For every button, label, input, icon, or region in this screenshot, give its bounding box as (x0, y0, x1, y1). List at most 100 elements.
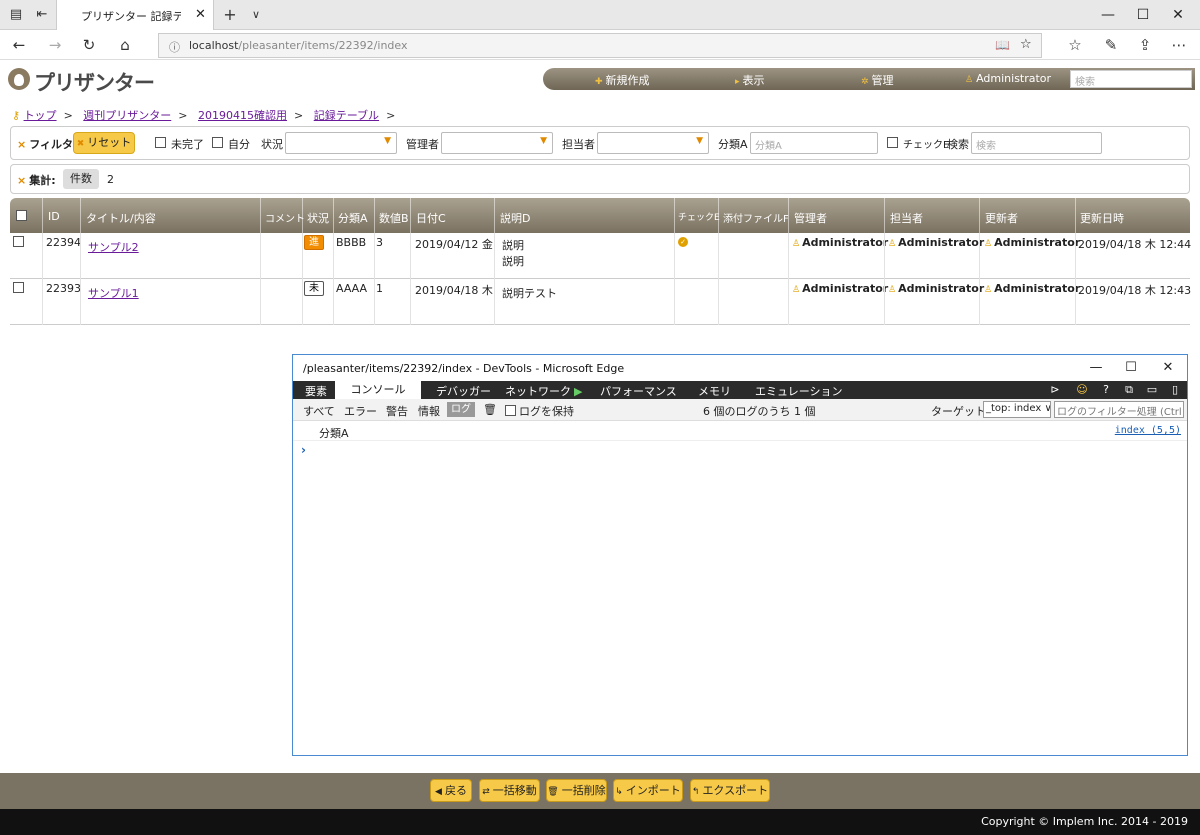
bulk-delete-button[interactable]: 🗑 一括削除 (546, 779, 607, 802)
row-title-link[interactable]: サンプル1 (88, 285, 139, 301)
tab-dropdown-icon[interactable]: ∨ (248, 7, 264, 23)
filter-log[interactable]: ログ (447, 402, 475, 417)
status-select[interactable]: ▼ (285, 132, 397, 154)
dock-icon[interactable]: ⧉ (1122, 383, 1136, 397)
tab-elements[interactable]: 要素 (305, 383, 327, 399)
address-bar[interactable]: ⓘ localhost/pleasanter/items/22392/index… (158, 33, 1042, 58)
header-check-e[interactable]: チェックE (678, 210, 720, 223)
header-num-b[interactable]: 数値B (379, 210, 409, 226)
menu-user[interactable]: ♙ Administrator (965, 72, 1051, 85)
favorite-star-icon[interactable]: ☆ (1020, 37, 1032, 52)
bulk-move-button[interactable]: ⇄ 一括移動 (479, 779, 540, 802)
header-updater[interactable]: 更新者 (985, 210, 1018, 226)
top-search-input[interactable]: 検索 (1070, 70, 1192, 88)
row-manager: ♙ Administrator (792, 236, 889, 249)
feedback-smile-icon[interactable]: ☺ (1075, 383, 1089, 397)
favorites-icon[interactable]: ☆ (1066, 36, 1084, 54)
menu-manage[interactable]: ✲ 管理 (861, 72, 894, 88)
dock-right-icon[interactable]: ▯ (1168, 383, 1182, 397)
select-all-checkbox[interactable] (16, 210, 27, 221)
header-manager[interactable]: 管理者 (794, 210, 827, 226)
menu-view[interactable]: ▸ 表示 (735, 72, 765, 88)
close-window-icon[interactable]: ✕ (1168, 5, 1188, 25)
tab-console[interactable]: コンソール (335, 381, 421, 399)
refresh-icon[interactable]: ↻ (80, 36, 98, 54)
collapse-icon[interactable]: × (17, 174, 26, 187)
table-row[interactable]: 22394 サンプル2 進 BBBB 3 2019/04/12 金 説明 説明 ✓… (10, 233, 1191, 279)
breadcrumb-table[interactable]: 記録テーブル (314, 109, 379, 122)
tab-emulation[interactable]: エミュレーション (755, 383, 843, 399)
filter-info[interactable]: 情報 (418, 403, 440, 419)
new-tab-icon[interactable]: + (222, 7, 238, 23)
breadcrumb-site[interactable]: 20190415確認用 (198, 109, 287, 122)
app-logo[interactable]: プリザンター (34, 67, 155, 97)
incomplete-checkbox[interactable] (155, 137, 166, 148)
home-icon[interactable]: ⌂ (116, 36, 134, 54)
help-icon[interactable]: ? (1099, 383, 1113, 397)
header-title[interactable]: タイトル/内容 (86, 210, 156, 226)
row-title-link[interactable]: サンプル2 (88, 239, 139, 255)
devtools-minimize-icon[interactable]: — (1087, 359, 1105, 377)
forward-icon[interactable]: → (46, 36, 64, 54)
set-aside-tabs-icon[interactable]: ⇤ (34, 7, 50, 23)
share-icon[interactable]: ⇪ (1136, 36, 1154, 54)
target-select[interactable]: _top: index ∨ (983, 401, 1051, 418)
owner-select[interactable]: ▼ (597, 132, 709, 154)
more-icon[interactable]: ⋯ (1170, 36, 1188, 54)
tab-performance[interactable]: パフォーマンス (600, 383, 677, 399)
breadcrumb-weekly[interactable]: 週刊プリザンター (83, 109, 171, 122)
tab-close-icon[interactable]: ✕ (195, 7, 206, 22)
keep-log-checkbox[interactable] (505, 405, 516, 416)
import-button[interactable]: ↳ インポート (613, 779, 683, 802)
collapse-icon[interactable]: × (17, 138, 26, 151)
header-id[interactable]: ID (48, 210, 60, 223)
header-status[interactable]: 状況 (307, 210, 329, 226)
info-icon[interactable]: ⓘ (169, 39, 180, 55)
back-icon[interactable]: ← (10, 36, 28, 54)
filter-all[interactable]: すべて (303, 403, 335, 419)
filter-error[interactable]: エラー (344, 403, 377, 419)
menu-new[interactable]: ✚ 新規作成 (595, 72, 650, 88)
reset-button[interactable]: ✖ リセット (73, 132, 135, 154)
log-source-link[interactable]: index (5,5) (1115, 425, 1181, 436)
minimize-icon[interactable]: — (1098, 5, 1118, 25)
tab-memory[interactable]: メモリ (698, 383, 731, 399)
logo-icon[interactable] (8, 68, 30, 90)
breadcrumb-top[interactable]: トップ (24, 109, 57, 122)
pen-icon[interactable]: ✎ (1102, 36, 1120, 54)
header-desc-d[interactable]: 説明D (500, 210, 530, 226)
reading-view-icon[interactable]: 📖 (995, 38, 1010, 52)
browser-tab-active[interactable]: プリザンター 記録テーブル ‹ ✕ (56, 0, 214, 30)
header-comment[interactable]: コメント (265, 210, 305, 225)
dock-bottom-icon[interactable]: ▭ (1145, 383, 1159, 397)
header-class-a[interactable]: 分類A (338, 210, 368, 226)
header-owner[interactable]: 担当者 (890, 210, 923, 226)
console-icon[interactable]: ⊳ (1048, 383, 1062, 397)
tab-network[interactable]: ネットワーク ▶ (505, 383, 582, 399)
tab-list-icon[interactable]: ▤ (8, 7, 24, 23)
export-button[interactable]: ↰ エクスポート (690, 779, 770, 802)
count-value: 2 (107, 173, 114, 186)
table-row[interactable]: 22393 サンプル1 未 AAAA 1 2019/04/18 木 説明テスト … (10, 279, 1191, 325)
row-desc-d: 説明テスト (502, 287, 557, 300)
header-attach-f[interactable]: 添付ファイルF (723, 210, 789, 225)
export-icon: ↰ (691, 787, 700, 797)
row-checkbox[interactable] (13, 236, 24, 247)
self-checkbox[interactable] (212, 137, 223, 148)
devtools-maximize-icon[interactable]: ☐ (1122, 359, 1140, 377)
check-e-checkbox[interactable] (887, 137, 898, 148)
header-date-c[interactable]: 日付C (416, 210, 446, 226)
header-updated[interactable]: 更新日時 (1080, 210, 1124, 226)
log-filter-input[interactable]: ログのフィルター処理 (Ctrl + (1054, 401, 1184, 418)
devtools-close-icon[interactable]: ✕ (1159, 359, 1177, 377)
filter-warning[interactable]: 警告 (386, 403, 408, 419)
clear-trash-icon[interactable]: 🗑 (483, 403, 497, 416)
manager-select[interactable]: ▼ (441, 132, 553, 154)
class-a-input[interactable]: 分類A (750, 132, 878, 154)
tab-debugger[interactable]: デバッガー (436, 383, 491, 399)
row-checkbox[interactable] (13, 282, 24, 293)
back-button[interactable]: ◀ 戻る (430, 779, 472, 802)
console-prompt[interactable]: › (301, 443, 306, 457)
maximize-icon[interactable]: ☐ (1133, 5, 1153, 25)
search-input[interactable]: 検索 (971, 132, 1102, 154)
